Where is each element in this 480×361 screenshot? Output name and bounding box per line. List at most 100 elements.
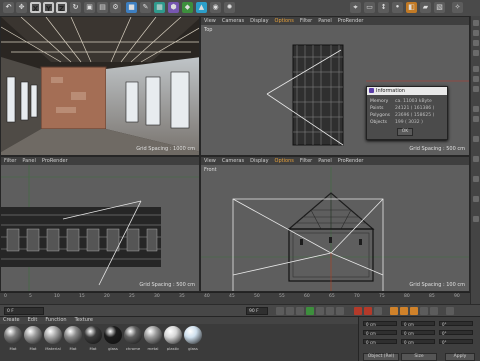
rotation-h-field[interactable]: 0° — [439, 321, 473, 327]
timeline-tick-label: 50 — [254, 294, 260, 299]
snap-icon[interactable]: ⌖ — [350, 2, 361, 13]
scale-key-icon[interactable] — [400, 307, 408, 315]
material-swatch[interactable] — [164, 326, 182, 344]
cube-icon[interactable]: ■ — [126, 2, 137, 13]
rotation-b-field[interactable]: 0° — [439, 339, 473, 345]
material-swatch[interactable] — [124, 326, 142, 344]
timeline-tick-label: 35 — [179, 294, 185, 299]
end-frame-field[interactable]: 90 F — [246, 307, 268, 315]
material-swatch[interactable] — [44, 326, 62, 344]
palette-tool-icon[interactable] — [473, 76, 479, 82]
info-key: Points — [370, 106, 384, 111]
timeline-tick-label: 30 — [154, 294, 160, 299]
timeline-tick-label: 5 — [29, 294, 32, 299]
axis-x-button[interactable]: X — [30, 2, 41, 13]
axis-z-button[interactable]: Z — [56, 2, 67, 13]
deformer-icon[interactable]: ◆ — [182, 2, 193, 13]
menu-edit[interactable]: Edit — [28, 317, 38, 324]
timeline-tick-label: 15 — [79, 294, 85, 299]
position-x-field[interactable]: 0 cm — [363, 321, 397, 327]
render-view-icon[interactable]: ▣ — [84, 2, 95, 13]
subdivision-icon[interactable]: ▦ — [154, 2, 165, 13]
palette-tool-icon[interactable] — [473, 106, 479, 112]
material-swatch[interactable] — [104, 326, 122, 344]
material-swatch[interactable] — [84, 326, 102, 344]
palette-tool-icon[interactable] — [473, 20, 479, 26]
palette-tool-icon[interactable] — [473, 86, 479, 92]
light-icon[interactable]: ✹ — [224, 2, 235, 13]
axis-y-button[interactable]: Y — [43, 2, 54, 13]
parameter-key-icon[interactable] — [420, 307, 428, 315]
pen-icon[interactable]: ✎ — [140, 2, 151, 13]
palette-tool-icon[interactable] — [473, 40, 479, 46]
size-x-field[interactable]: 0 cm — [401, 321, 435, 327]
position-z-field[interactable]: 0 cm — [363, 339, 397, 345]
hall-interior-render — [1, 17, 199, 155]
rotation-p-field[interactable]: 0° — [439, 330, 473, 336]
palette-tool-icon[interactable] — [473, 216, 479, 222]
pla-key-icon[interactable] — [430, 307, 438, 315]
menu-texture[interactable]: Texture — [75, 317, 93, 324]
play-icon[interactable] — [306, 307, 314, 315]
material-swatch[interactable] — [184, 326, 202, 344]
viewport-perspective[interactable]: Grid Spacing : 1000 cm — [0, 16, 200, 156]
camera-icon[interactable]: ◉ — [210, 2, 221, 13]
next-key-icon[interactable] — [326, 307, 334, 315]
previous-key-icon[interactable] — [286, 307, 294, 315]
palette-tool-icon[interactable] — [473, 176, 479, 182]
rotation-key-icon[interactable] — [410, 307, 418, 315]
render-region-icon[interactable]: ▤ — [97, 2, 108, 13]
size-y-field[interactable]: 0 cm — [401, 330, 435, 336]
undo-icon[interactable]: ↶ — [3, 2, 14, 13]
record-icon[interactable] — [354, 307, 362, 315]
timeline-tick-label: 85 — [429, 294, 435, 299]
brush-icon[interactable]: ✧ — [452, 2, 463, 13]
material-swatch[interactable] — [64, 326, 82, 344]
ok-button[interactable]: OK — [397, 128, 413, 136]
palette-tool-icon[interactable] — [473, 156, 479, 162]
autokey-icon[interactable] — [364, 307, 372, 315]
material-label: Mat — [89, 346, 97, 351]
step-forward-icon[interactable] — [316, 307, 324, 315]
edge-mode-icon[interactable]: ◧ — [406, 2, 417, 13]
move-tool-icon[interactable]: ✥ — [16, 2, 27, 13]
material-swatch[interactable] — [24, 326, 42, 344]
axis-mode-icon[interactable]: ↕ — [378, 2, 389, 13]
workplane-icon[interactable]: ▭ — [364, 2, 375, 13]
coordinate-system-icon[interactable]: ↻ — [70, 2, 81, 13]
step-back-icon[interactable] — [296, 307, 304, 315]
grid-spacing-label: Grid Spacing : 500 cm — [139, 282, 195, 288]
uv-mode-icon[interactable]: ▧ — [434, 2, 445, 13]
timeline-menu-icon[interactable] — [446, 307, 454, 315]
palette-tool-icon[interactable] — [473, 136, 479, 142]
menu-create[interactable]: Create — [3, 317, 20, 324]
go-to-end-icon[interactable] — [336, 307, 344, 315]
viewport-side[interactable]: Filter Panel ProRender Grid Spacing : 50… — [0, 156, 200, 292]
palette-tool-icon[interactable] — [473, 50, 479, 56]
position-y-field[interactable]: 0 cm — [363, 330, 397, 336]
point-mode-icon[interactable]: • — [392, 2, 403, 13]
timeline-tick-label: 55 — [279, 294, 285, 299]
size-z-field[interactable]: 0 cm — [401, 339, 435, 345]
material-swatch[interactable] — [144, 326, 162, 344]
render-settings-icon[interactable]: ⚙ — [110, 2, 121, 13]
palette-tool-icon[interactable] — [473, 66, 479, 72]
palette-tool-icon[interactable] — [473, 30, 479, 36]
environment-icon[interactable]: ▲ — [196, 2, 207, 13]
polygon-mode-icon[interactable]: ▰ — [420, 2, 431, 13]
menu-function[interactable]: Function — [45, 317, 66, 324]
coord-row: 0 cm 0 cm 0° — [363, 339, 477, 345]
go-to-start-icon[interactable] — [276, 307, 284, 315]
palette-tool-icon[interactable] — [473, 116, 479, 122]
current-frame-field[interactable]: 0 F — [4, 307, 44, 315]
material-swatch[interactable] — [4, 326, 22, 344]
mograph-icon[interactable]: ⬢ — [168, 2, 179, 13]
viewport-front[interactable]: View Cameras Display Options Filter Pane… — [200, 156, 470, 292]
palette-tool-icon[interactable] — [473, 196, 479, 202]
grid-spacing-label: Grid Spacing : 100 cm — [409, 282, 465, 288]
keyframe-selection-icon[interactable] — [374, 307, 382, 315]
timeline-tick-label: 70 — [354, 294, 360, 299]
position-key-icon[interactable] — [390, 307, 398, 315]
material-manager: Create Edit Function Texture Mat Mat Mater… — [0, 316, 361, 361]
side-view-wireframe — [1, 165, 199, 291]
